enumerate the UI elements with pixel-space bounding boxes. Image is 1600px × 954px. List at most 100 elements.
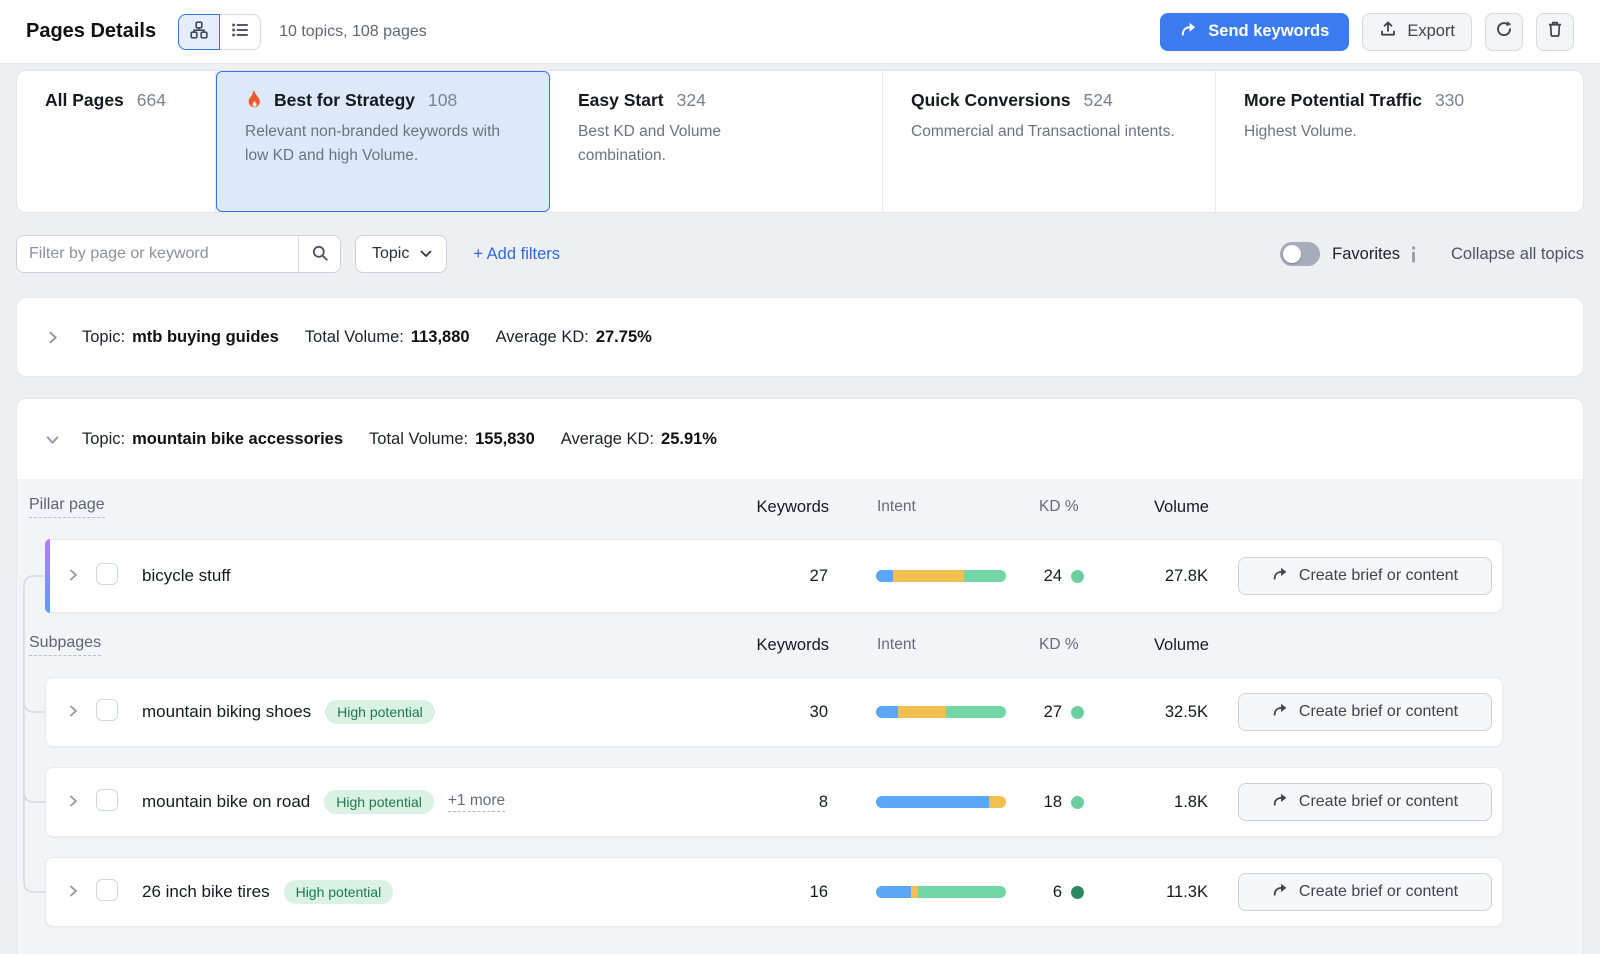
- high-potential-badge: High potential: [324, 790, 434, 814]
- export-icon: [1379, 20, 1397, 43]
- tab-quick-conversions[interactable]: Quick Conversions 524 Commercial and Tra…: [883, 71, 1216, 212]
- column-volume: Volume: [1109, 636, 1209, 655]
- keywords-count: 27: [738, 567, 828, 586]
- add-filters-link[interactable]: + Add filters: [473, 245, 560, 264]
- subpages-label[interactable]: Subpages: [29, 634, 101, 656]
- send-arrow-icon: [1272, 881, 1289, 903]
- expand-page-button[interactable]: [66, 794, 96, 811]
- subpage-row: mountain bike on road High potential +1 …: [45, 767, 1503, 837]
- export-button[interactable]: Export: [1362, 13, 1472, 51]
- create-brief-button[interactable]: Create brief or content: [1238, 873, 1492, 911]
- chevron-down-icon: [420, 250, 432, 258]
- column-kd: KD %: [1007, 498, 1109, 516]
- create-brief-button[interactable]: Create brief or content: [1238, 783, 1492, 821]
- pillar-row: bicycle stuff 27 24 27.8K: [45, 539, 1503, 613]
- pillar-header-row: Pillar page Keywords Intent KD % Volume: [45, 479, 1503, 535]
- collapse-all-topics-link[interactable]: Collapse all topics: [1451, 245, 1584, 264]
- chevron-right-icon[interactable]: [45, 330, 63, 345]
- row-checkbox[interactable]: [96, 879, 118, 901]
- volume-value: 32.5K: [1108, 703, 1208, 722]
- topic-header[interactable]: Topic: mtb buying guides Total Volume: 1…: [17, 298, 1583, 376]
- top-bar: Pages Details 10 topics, 108 pages: [0, 0, 1600, 64]
- topic-card-mtb-buying-guides: Topic: mtb buying guides Total Volume: 1…: [16, 297, 1584, 377]
- high-potential-badge: High potential: [325, 700, 435, 724]
- list-view-button[interactable]: [219, 14, 261, 50]
- chevron-down-icon[interactable]: [45, 432, 63, 447]
- send-arrow-icon: [1272, 791, 1289, 813]
- topic-name: mountain bike accessories: [132, 430, 343, 449]
- map-view-button[interactable]: [178, 14, 220, 50]
- chevron-right-icon: [66, 704, 80, 721]
- send-arrow-icon: [1272, 565, 1289, 587]
- kd-dot: [1071, 570, 1084, 583]
- volume-value: 27.8K: [1108, 567, 1208, 586]
- page-name: 26 inch bike tires: [142, 882, 270, 902]
- row-checkbox[interactable]: [96, 789, 118, 811]
- search-icon: [311, 244, 329, 265]
- tab-description: Highest Volume.: [1244, 120, 1561, 144]
- subpages-header-row: Subpages Keywords Intent KD % Volume: [45, 613, 1503, 677]
- pages-table: Pillar page Keywords Intent KD % Volume …: [17, 479, 1583, 954]
- chevron-right-icon: [66, 794, 80, 811]
- high-potential-badge: High potential: [284, 880, 394, 904]
- kd-dot: [1071, 706, 1084, 719]
- send-arrow-icon: [1180, 20, 1198, 43]
- refresh-button[interactable]: [1485, 13, 1523, 51]
- flame-icon: [245, 90, 264, 111]
- topic-total-volume: 113,880: [411, 328, 470, 347]
- intent-bar: [876, 796, 1006, 808]
- column-keywords: Keywords: [739, 498, 829, 517]
- topic-filter-dropdown[interactable]: Topic: [355, 235, 447, 273]
- page-name: mountain bike on road: [142, 792, 310, 812]
- kd-dot: [1071, 796, 1084, 809]
- view-toggle: [178, 14, 261, 50]
- chevron-right-icon: [66, 884, 80, 901]
- column-volume: Volume: [1109, 498, 1209, 517]
- column-intent: Intent: [829, 498, 1007, 516]
- tab-all-pages[interactable]: All Pages 664: [17, 71, 216, 212]
- column-kd: KD %: [1007, 636, 1109, 654]
- topic-header[interactable]: Topic: mountain bike accessories Total V…: [17, 399, 1583, 479]
- topics-pages-summary: 10 topics, 108 pages: [279, 23, 427, 41]
- topic-total-volume: 155,830: [475, 430, 535, 449]
- pillar-page-label[interactable]: Pillar page: [29, 496, 105, 518]
- expand-page-button[interactable]: [66, 568, 96, 585]
- info-icon[interactable]: [1410, 246, 1417, 263]
- page-name: bicycle stuff: [142, 566, 231, 586]
- subpage-row: mountain biking shoes High potential 30 …: [45, 677, 1503, 747]
- tab-description: Best KD and Volume combination.: [578, 120, 778, 168]
- create-brief-button[interactable]: Create brief or content: [1238, 557, 1492, 595]
- tab-description: Commercial and Transactional intents.: [911, 120, 1191, 144]
- refresh-icon: [1495, 20, 1513, 43]
- favorites-toggle[interactable]: [1280, 242, 1320, 266]
- strategy-tabs: All Pages 664 Best for Strategy 108 Rele…: [16, 70, 1584, 213]
- expand-page-button[interactable]: [66, 704, 96, 721]
- keywords-count: 16: [738, 883, 828, 902]
- kd-value: 18: [1038, 793, 1062, 812]
- favorites-label: Favorites: [1332, 245, 1400, 264]
- search-input[interactable]: [17, 236, 298, 272]
- keywords-count: 8: [738, 793, 828, 812]
- delete-button[interactable]: [1536, 13, 1574, 51]
- more-badges-link[interactable]: +1 more: [448, 792, 505, 812]
- volume-value: 11.3K: [1108, 883, 1208, 902]
- intent-bar: [876, 570, 1006, 582]
- trash-icon: [1546, 20, 1564, 43]
- kd-value: 6: [1038, 883, 1062, 902]
- intent-bar: [876, 706, 1006, 718]
- tab-more-potential-traffic[interactable]: More Potential Traffic 330 Highest Volum…: [1216, 71, 1583, 212]
- tab-best-for-strategy[interactable]: Best for Strategy 108 Relevant non-brand…: [216, 71, 550, 212]
- sitemap-icon: [190, 21, 208, 42]
- row-checkbox[interactable]: [96, 699, 118, 721]
- page-title: Pages Details: [26, 20, 156, 43]
- search-button[interactable]: [298, 236, 340, 272]
- row-checkbox[interactable]: [96, 563, 118, 585]
- column-keywords: Keywords: [739, 636, 829, 655]
- page-name: mountain biking shoes: [142, 702, 311, 722]
- tab-easy-start[interactable]: Easy Start 324 Best KD and Volume combin…: [550, 71, 883, 212]
- list-icon: [231, 21, 249, 42]
- expand-page-button[interactable]: [66, 884, 96, 901]
- topic-average-kd: 25.91%: [661, 430, 717, 449]
- send-keywords-button[interactable]: Send keywords: [1160, 13, 1349, 51]
- create-brief-button[interactable]: Create brief or content: [1238, 693, 1492, 731]
